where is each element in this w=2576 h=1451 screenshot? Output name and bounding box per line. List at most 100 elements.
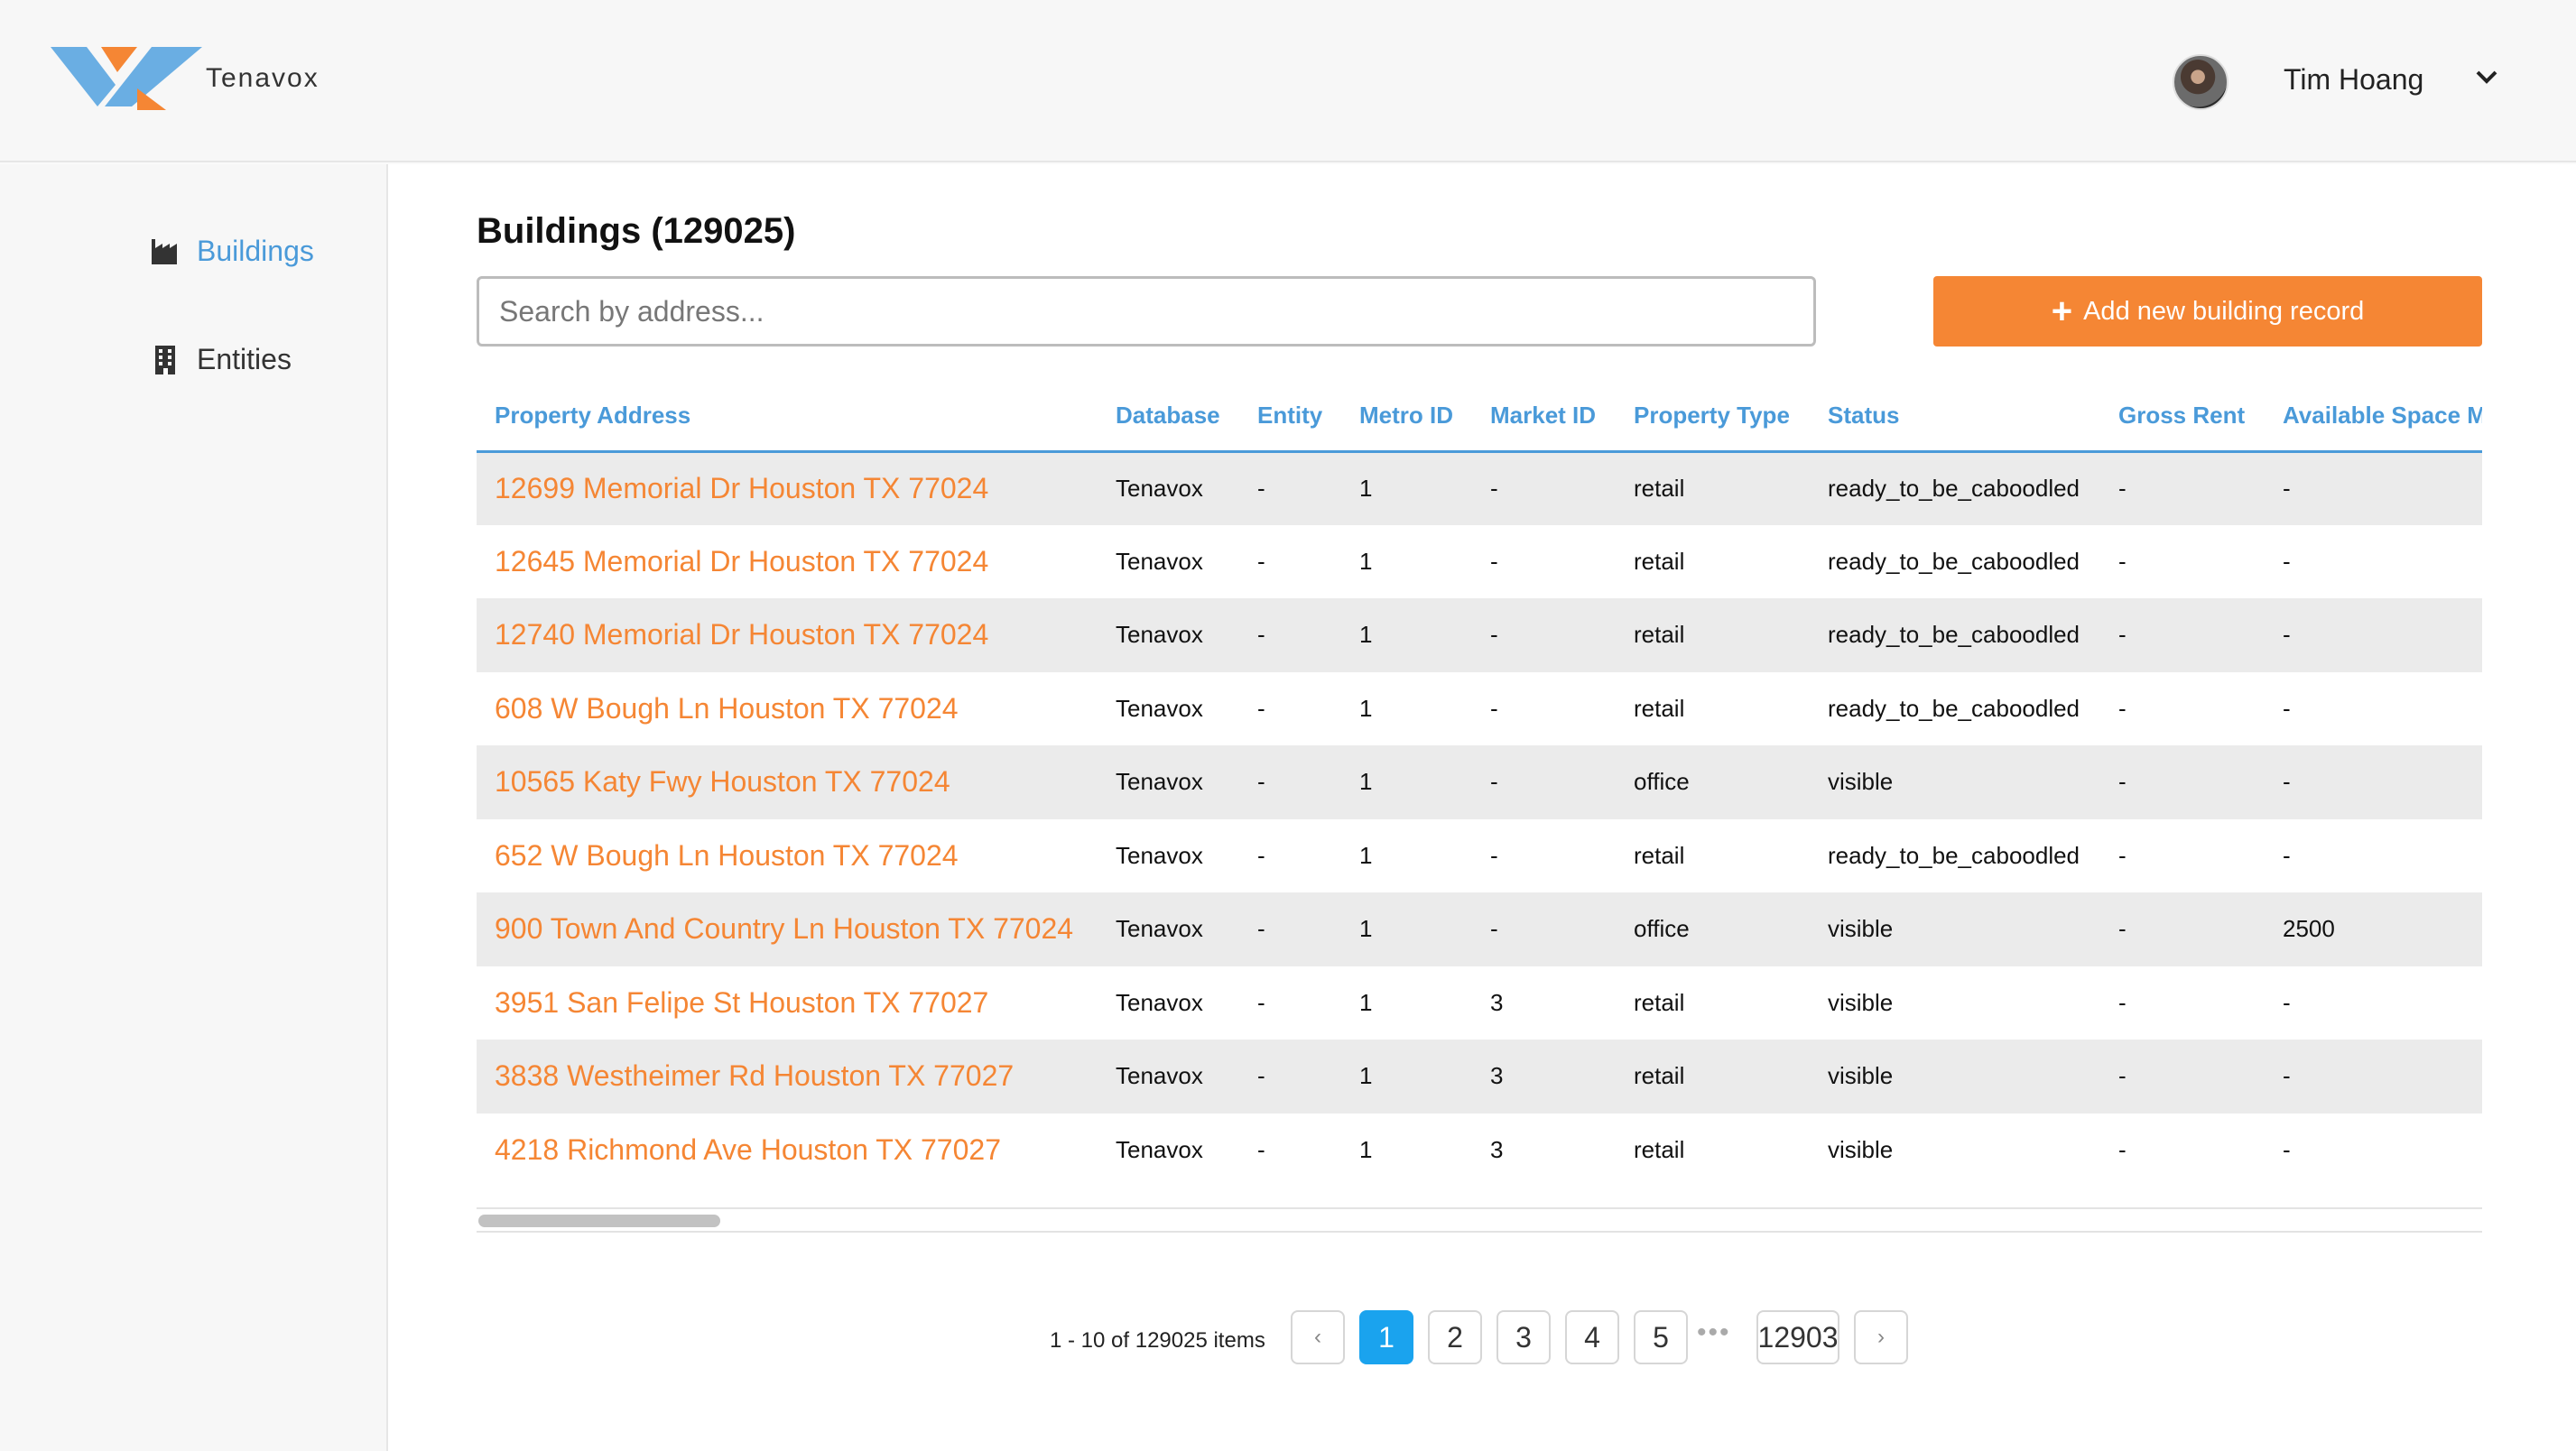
entity-cell: - [1239, 745, 1341, 819]
page-button[interactable]: 1 [1359, 1310, 1413, 1364]
status-cell: visible [1828, 988, 1894, 1016]
database-cell: Tenavox [1098, 1040, 1239, 1114]
table-row[interactable]: 4218 Richmond Ave Houston TX 77027 Tenavo… [477, 1114, 2482, 1188]
property-address-cell[interactable]: 12699 Memorial Dr Houston TX 77024 [477, 451, 1098, 525]
table-row[interactable]: 10565 Katy Fwy Houston TX 77024 Tenavox -1… [477, 745, 2482, 819]
gross-rent-cell: - [2118, 841, 2127, 869]
prev-page-button[interactable]: ‹ [1291, 1310, 1345, 1364]
column-header-available-space-min[interactable]: Available Space Min [2265, 381, 2482, 453]
property-address-cell[interactable]: 12740 Memorial Dr Houston TX 77024 [477, 598, 1098, 672]
available-space-min-cell: - [2283, 988, 2291, 1016]
database-cell: Tenavox [1116, 1135, 1203, 1163]
table-row[interactable]: 12740 Memorial Dr Houston TX 77024 Tenavo… [477, 598, 2482, 672]
property-address-cell[interactable]: 900 Town And Country Ln Houston TX 77024 [477, 892, 1098, 966]
status-cell: visible [1810, 745, 2100, 819]
available-space-min-cell: - [2265, 598, 2482, 672]
column-header-database[interactable]: Database [1098, 381, 1239, 453]
status-cell: visible [1810, 1040, 2100, 1114]
table-header-row: Property Address Database Entity Metro I… [477, 381, 2482, 453]
sidebar-item-label: Entities [197, 343, 292, 375]
main-content: Buildings (129025) + Add new building re… [388, 164, 2576, 1451]
search-input[interactable] [477, 276, 1816, 347]
gross-rent-cell: - [2100, 745, 2265, 819]
page-button[interactable]: 2 [1428, 1310, 1482, 1364]
metro-id-cell: 1 [1341, 598, 1472, 672]
market-id-cell: - [1490, 841, 1498, 869]
property-type-cell: retail [1634, 694, 1685, 722]
property-address-cell[interactable]: 4218 Richmond Ave Houston TX 77027 [477, 1114, 1098, 1188]
metro-id-cell: 1 [1341, 892, 1472, 966]
property-address-cell[interactable]: 3951 San Felipe St Houston TX 77027 [477, 966, 1098, 1040]
property-address-cell[interactable]: 652 W Bough Ln Houston TX 77024 [477, 819, 1098, 893]
status-cell: visible [1810, 892, 2100, 966]
available-space-min-cell: - [2265, 451, 2482, 525]
database-cell: Tenavox [1116, 841, 1203, 869]
market-id-cell: 3 [1490, 1135, 1504, 1163]
sidebar-item-buildings[interactable]: Buildings [150, 235, 314, 268]
database-cell: Tenavox [1098, 745, 1239, 819]
next-page-button[interactable]: › [1854, 1310, 1908, 1364]
property-type-cell: office [1616, 892, 1810, 966]
top-header: Tenavox Tim Hoang [0, 0, 2576, 162]
column-header-metro-id[interactable]: Metro ID [1341, 381, 1472, 453]
metro-id-cell: 1 [1359, 694, 1373, 722]
property-type-cell: retail [1634, 1135, 1685, 1163]
user-name[interactable]: Tim Hoang [2284, 63, 2423, 97]
table-row[interactable]: 652 W Bough Ln Houston TX 77024 Tenavox - 1… [477, 819, 2482, 893]
column-header-property-address[interactable]: Property Address [477, 381, 1098, 453]
tenavox-logo-icon[interactable] [51, 43, 213, 114]
page-title: Buildings (129025) [477, 211, 796, 251]
metro-id-cell: 1 [1341, 451, 1472, 525]
column-header-property-type[interactable]: Property Type [1616, 381, 1810, 453]
table-row[interactable]: 3951 San Felipe St Houston TX 77027 Tenav… [477, 966, 2482, 1040]
office-building-icon [155, 345, 175, 374]
column-header-status[interactable]: Status [1810, 381, 2100, 453]
available-space-min-cell: - [2283, 547, 2291, 575]
market-id-cell: 3 [1490, 988, 1504, 1016]
metro-id-cell: 1 [1359, 1135, 1373, 1163]
gross-rent-cell: - [2118, 547, 2127, 575]
column-header-gross-rent[interactable]: Gross Rent [2100, 381, 2265, 453]
gross-rent-cell: - [2118, 694, 2127, 722]
table-row[interactable]: 3838 Westheimer Rd Houston TX 77027 Tenav… [477, 1040, 2482, 1114]
status-cell: ready_to_be_caboodled [1828, 547, 2080, 575]
database-cell: Tenavox [1098, 598, 1239, 672]
last-page-button[interactable]: 12903 [1756, 1310, 1839, 1364]
horizontal-scrollbar[interactable] [477, 1207, 2482, 1233]
add-building-button[interactable]: + Add new building record [1933, 276, 2482, 347]
status-cell: ready_to_be_caboodled [1828, 694, 2080, 722]
sidebar-item-entities[interactable]: Entities [150, 343, 292, 376]
scrollbar-thumb[interactable] [478, 1215, 720, 1227]
property-address-cell[interactable]: 10565 Katy Fwy Houston TX 77024 [477, 745, 1098, 819]
available-space-min-cell: - [2283, 694, 2291, 722]
page-button[interactable]: 5 [1634, 1310, 1688, 1364]
metro-id-cell: 1 [1341, 745, 1472, 819]
chevron-down-icon[interactable] [2473, 67, 2500, 88]
property-address-cell[interactable]: 3838 Westheimer Rd Houston TX 77027 [477, 1040, 1098, 1114]
table-row[interactable]: 900 Town And Country Ln Houston TX 77024… [477, 892, 2482, 966]
table-row[interactable]: 12699 Memorial Dr Houston TX 77024 Tenavo… [477, 451, 2482, 525]
table-row[interactable]: 608 W Bough Ln Houston TX 77024 Tenavox - 1… [477, 672, 2482, 746]
table-row[interactable]: 12645 Memorial Dr Houston TX 77024 Tenavo… [477, 525, 2482, 599]
property-type-cell: retail [1616, 1040, 1810, 1114]
column-header-market-id[interactable]: Market ID [1472, 381, 1616, 453]
status-cell: ready_to_be_caboodled [1810, 598, 2100, 672]
status-cell: visible [1828, 1135, 1894, 1163]
page-button[interactable]: 3 [1496, 1310, 1551, 1364]
property-type-cell: retail [1616, 451, 1810, 525]
database-cell: Tenavox [1116, 547, 1203, 575]
property-address-cell[interactable]: 608 W Bough Ln Houston TX 77024 [477, 672, 1098, 746]
status-cell: ready_to_be_caboodled [1810, 451, 2100, 525]
metro-id-cell: 1 [1359, 547, 1373, 575]
user-avatar[interactable] [2173, 54, 2229, 110]
metro-id-cell: 1 [1341, 1040, 1472, 1114]
page-button[interactable]: 4 [1565, 1310, 1619, 1364]
property-type-cell: retail [1634, 841, 1685, 869]
gross-rent-cell: - [2100, 1040, 2265, 1114]
gross-rent-cell: - [2118, 1135, 2127, 1163]
pagination-ellipsis[interactable]: ••• [1697, 1317, 1731, 1348]
property-address-cell[interactable]: 12645 Memorial Dr Houston TX 77024 [477, 525, 1098, 599]
column-header-entity[interactable]: Entity [1239, 381, 1341, 453]
property-type-cell: retail [1634, 547, 1685, 575]
available-space-min-cell: - [2283, 1135, 2291, 1163]
